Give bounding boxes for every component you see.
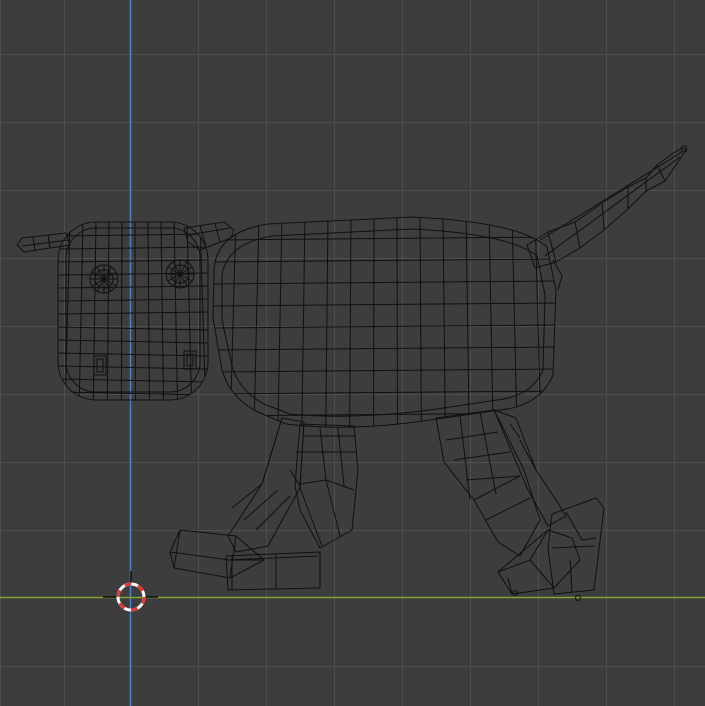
back-legs[interactable] (435, 409, 567, 557)
body[interactable] (210, 214, 563, 432)
3d-viewport[interactable] (0, 0, 705, 706)
left-eye (89, 264, 119, 294)
viewport-canvas[interactable] (0, 0, 705, 706)
floor-grid (0, 0, 705, 706)
head[interactable] (56, 220, 210, 402)
right-eye (165, 259, 195, 289)
eyes[interactable] (89, 259, 195, 294)
front-legs[interactable] (227, 417, 359, 553)
